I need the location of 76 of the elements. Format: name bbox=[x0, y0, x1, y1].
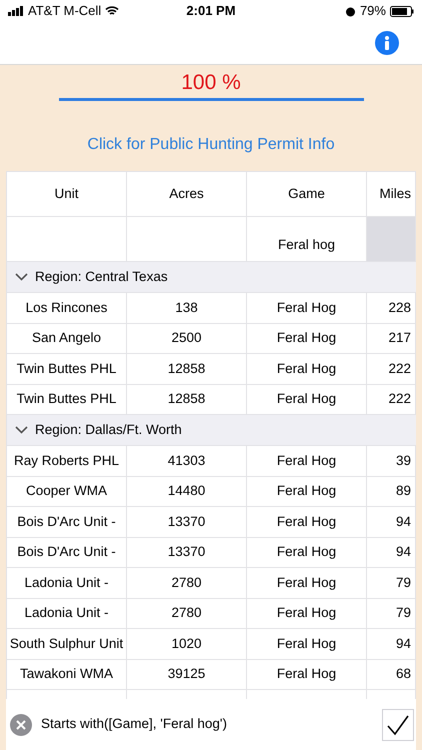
table-cell: Feral Hog bbox=[247, 598, 367, 629]
close-icon bbox=[16, 720, 26, 730]
table-cell: 1020 bbox=[127, 629, 247, 660]
wifi-icon bbox=[105, 6, 120, 16]
table-cell: 94 bbox=[367, 538, 416, 568]
column-header: Game bbox=[247, 172, 367, 217]
table-cell: 94 bbox=[367, 507, 416, 538]
table-cell: 79 bbox=[367, 598, 416, 629]
table-cell: Feral Hog bbox=[247, 660, 367, 690]
clear-filter-button[interactable] bbox=[10, 714, 32, 736]
column-header: Miles bbox=[367, 172, 416, 217]
table-cell: Cooper WMA bbox=[7, 476, 127, 507]
chevron-icon bbox=[15, 426, 28, 434]
info-icon bbox=[384, 36, 390, 50]
table-cell: South Sulphur Unit bbox=[7, 629, 127, 660]
table-cell: 222 bbox=[367, 384, 416, 415]
table-cell: Bois D'Arc Unit - bbox=[7, 538, 127, 568]
table-cell: Tawakoni WMA bbox=[7, 660, 127, 690]
table-cell: San Angelo bbox=[7, 324, 127, 354]
table-cell: Ray Roberts PHL bbox=[7, 446, 127, 476]
table-cell: Twin Buttes PHL bbox=[7, 354, 127, 384]
table-cell: 13370 bbox=[127, 538, 247, 568]
table-cell: Twin Buttes PHL bbox=[7, 384, 127, 415]
table-cell: Feral Hog bbox=[247, 629, 367, 660]
chevron-icon bbox=[15, 273, 28, 281]
table-cell: Feral Hog bbox=[247, 538, 367, 568]
filter-field[interactable] bbox=[127, 217, 247, 262]
signal-icon bbox=[8, 6, 24, 16]
table-cell: 13370 bbox=[127, 507, 247, 538]
group-row[interactable]: Region: Dallas/Ft. Worth bbox=[7, 415, 416, 446]
filter-field[interactable] bbox=[7, 217, 127, 262]
table-cell: Feral Hog bbox=[247, 476, 367, 507]
table-cell: Feral Hog bbox=[247, 384, 367, 415]
table-cell: 2780 bbox=[127, 568, 247, 598]
table-cell: Feral Hog bbox=[247, 293, 367, 324]
table-cell: Feral Hog bbox=[247, 446, 367, 476]
table-cell: Ladonia Unit - bbox=[7, 598, 127, 629]
apply-filter-button[interactable] bbox=[382, 708, 414, 740]
group-label: Region: Dallas/Ft. Worth bbox=[35, 420, 182, 439]
table-cell: 138 bbox=[127, 293, 247, 324]
filter-field[interactable]: Feral hog bbox=[247, 217, 367, 262]
carrier-name: AT&T M-Cell bbox=[28, 2, 102, 20]
table-cell: 2500 bbox=[127, 324, 247, 354]
checkmark-icon bbox=[386, 714, 410, 736]
progress-reading: 100 % bbox=[181, 70, 241, 96]
group-label: Region: Central Texas bbox=[35, 268, 168, 286]
table-cell: 14480 bbox=[127, 476, 247, 507]
filter-expression: Starts with([Game], 'Feral hog') bbox=[41, 715, 228, 734]
table-cell: 68 bbox=[367, 660, 416, 690]
info-button[interactable] bbox=[375, 31, 399, 55]
table-cell: Feral Hog bbox=[247, 324, 367, 354]
table-cell: 41303 bbox=[127, 446, 247, 476]
table-cell: 222 bbox=[367, 354, 416, 384]
battery-percent: 79% bbox=[360, 2, 386, 20]
filter-field[interactable] bbox=[367, 217, 416, 262]
table-cell: Feral Hog bbox=[247, 568, 367, 598]
table-cell: 228 bbox=[367, 293, 416, 324]
column-header: Unit bbox=[7, 172, 127, 217]
table-cell: Feral Hog bbox=[247, 354, 367, 384]
battery-icon bbox=[390, 6, 414, 16]
table-cell: 89 bbox=[367, 476, 416, 507]
column-header: Acres bbox=[127, 172, 247, 217]
table-cell: Feral Hog bbox=[247, 507, 367, 538]
table-cell: 12858 bbox=[127, 384, 247, 415]
table-cell: 2780 bbox=[127, 598, 247, 629]
table-cell: Los Rincones bbox=[7, 293, 127, 324]
table-cell: 39125 bbox=[127, 660, 247, 690]
table-cell: 12858 bbox=[127, 354, 247, 384]
table-cell: Bois D'Arc Unit - bbox=[7, 507, 127, 538]
table-cell: 94 bbox=[367, 629, 416, 660]
table-cell: 217 bbox=[367, 324, 416, 354]
table-cell: 39 bbox=[367, 446, 416, 476]
table-cell: Ladonia Unit - bbox=[7, 568, 127, 598]
clock-time: 2:01 PM bbox=[186, 2, 236, 20]
table-cell: 79 bbox=[367, 568, 416, 598]
group-row[interactable]: Region: Central Texas bbox=[7, 262, 416, 293]
